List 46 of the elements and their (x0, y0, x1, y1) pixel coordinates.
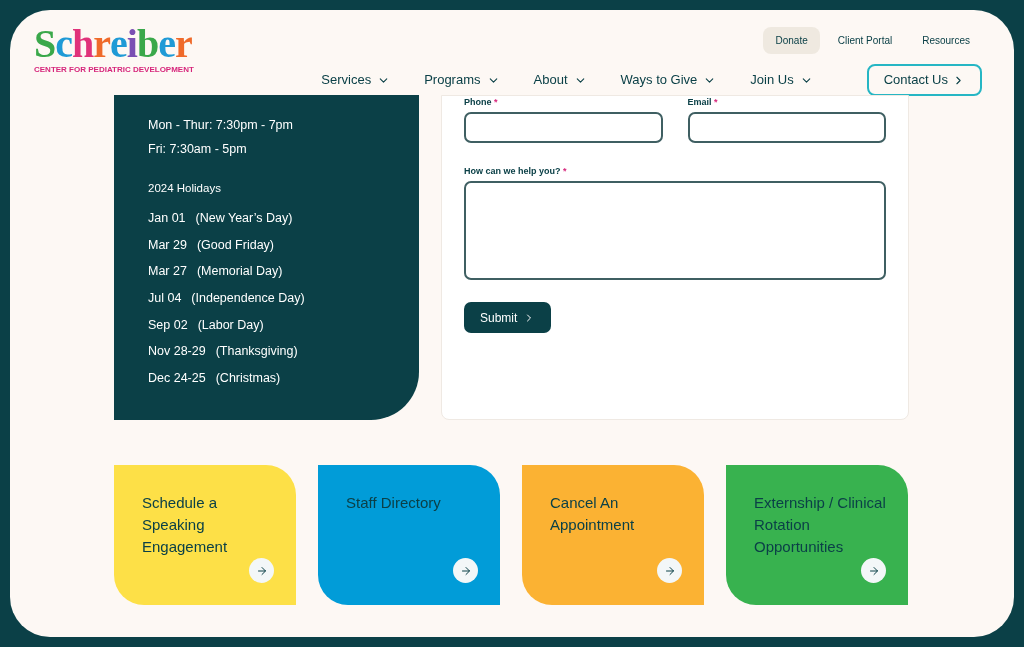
utility-link[interactable]: Resources (910, 27, 982, 54)
holiday-date: Sep 02 (148, 316, 188, 334)
logo-tagline: CENTER FOR PEDIATRIC DEVELOPMENT (34, 64, 194, 76)
nav-menu-item[interactable]: Join Us (750, 70, 813, 90)
input-field[interactable] (687, 112, 886, 143)
holiday-date: Mar 29 (148, 236, 187, 254)
holiday-name: (New Year’s Day) (195, 210, 293, 228)
link-card[interactable]: Schedule a Speaking Engagement (114, 465, 296, 605)
field-label: Email * (687, 96, 719, 109)
arrow-right-icon (249, 558, 274, 583)
holiday-name: (Christmas) (215, 369, 281, 387)
message-field[interactable] (464, 181, 886, 280)
input-field[interactable] (464, 112, 663, 143)
submit-button[interactable]: Submit (464, 302, 552, 333)
holiday-date: Mar 27 (148, 263, 187, 281)
holiday-name: (Good Friday) (196, 236, 274, 254)
holiday-date: Dec 24-25 (148, 369, 206, 387)
utility-link[interactable]: Donate (763, 27, 820, 54)
utility-link[interactable]: Client Portal (825, 27, 905, 54)
card-title: Schedule a Speaking Engagement (142, 493, 229, 557)
arrow-right-icon (657, 558, 682, 583)
card-title: Cancel An Appointment (550, 493, 636, 535)
nav-menu-item[interactable]: Ways to Give (620, 70, 717, 90)
holiday-date: Nov 28-29 (148, 343, 206, 361)
link-card[interactable]: Cancel An Appointment (522, 465, 704, 605)
link-card[interactable]: Externship / Clinical Rotation Opportunities (726, 465, 908, 605)
field-label: How can we help you? * (464, 165, 568, 178)
card-title: Staff Directory (346, 493, 442, 513)
nav-menu-item[interactable]: Services (321, 70, 391, 90)
link-card[interactable]: Staff Directory (318, 465, 500, 605)
field-label: Phone * (464, 96, 499, 109)
holiday-date: Jan 01 (148, 210, 186, 228)
holiday-date: Jul 04 (148, 290, 182, 308)
holiday-name: (Memorial Day) (196, 263, 283, 281)
hours-text: Mon - Thur: 7:30pm - 7pm (148, 117, 294, 134)
arrow-right-icon (861, 558, 886, 583)
logo-wordmark[interactable]: Schreiber (34, 24, 194, 64)
hours-text: Fri: 7:30am - 5pm (148, 141, 248, 158)
holiday-name: (Labor Day) (197, 316, 264, 334)
holiday-name: (Independence Day) (191, 290, 305, 308)
holiday-name: (Thanksgiving) (215, 343, 298, 361)
holidays-heading: 2024 Holidays (148, 181, 222, 196)
arrow-right-icon (453, 558, 478, 583)
card-title: Externship / Clinical Rotation Opportunities (754, 493, 887, 557)
nav-menu-item[interactable]: About (533, 70, 587, 90)
nav-menu-item[interactable]: Programs (424, 70, 500, 90)
